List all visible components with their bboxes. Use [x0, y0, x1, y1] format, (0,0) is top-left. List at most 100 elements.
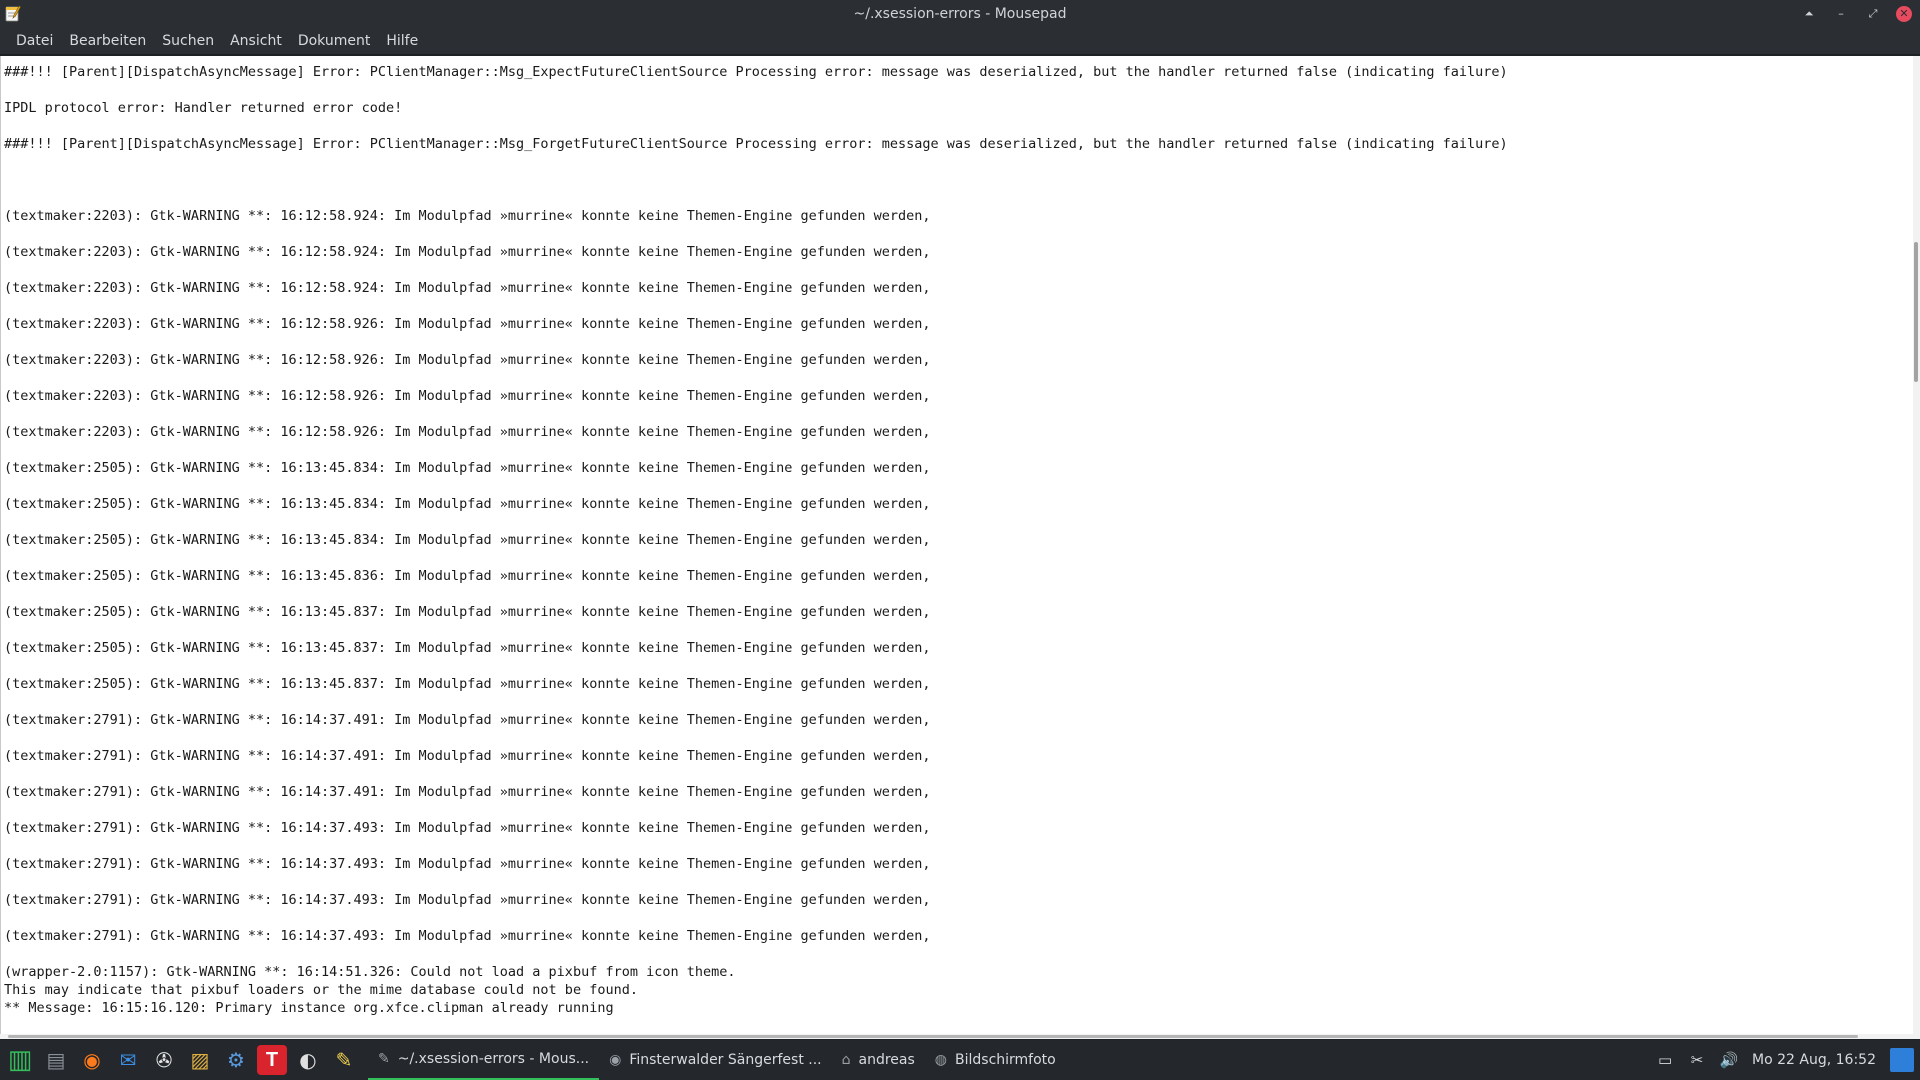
task-home-folder-icon: ⌂: [841, 1052, 851, 1068]
horizontal-scrollbar[interactable]: [0, 1034, 1920, 1039]
editor-content: ###!!! [Parent][DispatchAsyncMessage] Er…: [4, 63, 1900, 1038]
editor-line: ** Message: 16:15:16.120: Primary instan…: [4, 1000, 614, 1016]
clipboard-icon[interactable]: ✂: [1688, 1051, 1706, 1069]
window-controls: ⏶ – ⤢ ✕: [1800, 0, 1920, 27]
editor-line: (textmaker:2791): Gtk-WARNING **: 16:14:…: [4, 820, 931, 836]
editor-line: (textmaker:2791): Gtk-WARNING **: 16:14:…: [4, 748, 931, 764]
task-label: Finsterwalder Sängerfest ...: [629, 1052, 822, 1068]
editor-line: (textmaker:2791): Gtk-WARNING **: 16:14:…: [4, 892, 931, 908]
task-screenshot-icon: ◍: [934, 1052, 947, 1068]
editor-line: (textmaker:2203): Gtk-WARNING **: 16:12:…: [4, 352, 931, 368]
editor-line: (textmaker:2203): Gtk-WARNING **: 16:12:…: [4, 208, 931, 224]
editor-line: (textmaker:2505): Gtk-WARNING **: 16:13:…: [4, 604, 931, 620]
taskbar: ▥ ▤ ◉ ✉ ✇ ▨ ⚙ T ◐ ✎ ✎ ~/.xsession-errors - Mous...…: [0, 1040, 1920, 1080]
editor-line: (textmaker:2505): Gtk-WARNING **: 16:13:…: [4, 640, 931, 656]
editor-line: (textmaker:2791): Gtk-WARNING **: 16:14:…: [4, 928, 931, 944]
menu-dokument[interactable]: Dokument: [290, 27, 379, 55]
menu-ansicht[interactable]: Ansicht: [222, 27, 290, 55]
task-label: Bildschirmfoto: [955, 1052, 1056, 1068]
editor-line: (textmaker:2203): Gtk-WARNING **: 16:12:…: [4, 316, 931, 332]
editor-line: (textmaker:2203): Gtk-WARNING **: 16:12:…: [4, 424, 931, 440]
vertical-scrollbar[interactable]: [1913, 56, 1920, 1038]
manjaro-menu-icon[interactable]: ▥: [5, 1045, 35, 1075]
settings-icon[interactable]: ⚙: [221, 1045, 251, 1075]
task-firefox[interactable]: ◉ Finsterwalder Sängerfest ...: [599, 1040, 832, 1080]
editor-line: ###!!! [Parent][DispatchAsyncMessage] Er…: [4, 64, 1508, 80]
menu-datei[interactable]: Datei: [8, 27, 61, 55]
editor-line: (textmaker:2791): Gtk-WARNING **: 16:14:…: [4, 784, 931, 800]
textmaker-icon[interactable]: T: [257, 1045, 287, 1075]
editor-line: (textmaker:2505): Gtk-WARNING **: 16:13:…: [4, 676, 931, 692]
editor-line: (textmaker:2791): Gtk-WARNING **: 16:14:…: [4, 712, 931, 728]
menu-suchen[interactable]: Suchen: [154, 27, 222, 55]
film-reel-icon[interactable]: ✇: [149, 1045, 179, 1075]
task-mousepad-icon: ✎: [378, 1051, 390, 1067]
maximize-window-icon[interactable]: ⤢: [1864, 5, 1882, 23]
menu-bearbeiten[interactable]: Bearbeiten: [61, 27, 154, 55]
window-title: ~/.xsession-errors - Mousepad: [853, 5, 1067, 22]
title-bar: ~/.xsession-errors - Mousepad ⏶ – ⤢ ✕: [0, 0, 1920, 27]
editor-line: (textmaker:2203): Gtk-WARNING **: 16:12:…: [4, 244, 931, 260]
volume-icon[interactable]: 🔊: [1720, 1051, 1739, 1069]
editor-line: This may indicate that pixbuf loaders or…: [4, 982, 638, 998]
vertical-scrollbar-thumb[interactable]: [1914, 242, 1918, 382]
show-desktop-button[interactable]: [1890, 1048, 1914, 1072]
editor-line: (textmaker:2505): Gtk-WARNING **: 16:13:…: [4, 568, 931, 584]
editor-line: (textmaker:2505): Gtk-WARNING **: 16:13:…: [4, 532, 931, 548]
text-editor-icon[interactable]: ✎: [329, 1045, 359, 1075]
launcher-group: ▥ ▤ ◉ ✉ ✇ ▨ ⚙ T ◐ ✎: [0, 1045, 362, 1075]
editor-line: (textmaker:2203): Gtk-WARNING **: 16:12:…: [4, 388, 931, 404]
notification-icon[interactable]: ▭: [1656, 1051, 1674, 1069]
task-mousepad[interactable]: ✎ ~/.xsession-errors - Mous...: [368, 1040, 600, 1080]
task-screenshot[interactable]: ◍ Bildschirmfoto: [925, 1040, 1066, 1080]
task-home-folder[interactable]: ⌂ andreas: [832, 1040, 925, 1080]
system-tray: ▭ ✂ 🔊 Mo 22 Aug, 16:52: [1656, 1040, 1920, 1080]
editor-line: (textmaker:2505): Gtk-WARNING **: 16:13:…: [4, 496, 931, 512]
editor-line: (textmaker:2791): Gtk-WARNING **: 16:14:…: [4, 856, 931, 872]
firefox-icon[interactable]: ◉: [77, 1045, 107, 1075]
editor-line: (textmaker:2203): Gtk-WARNING **: 16:12:…: [4, 280, 931, 296]
shade-window-icon[interactable]: ⏶: [1800, 5, 1818, 23]
task-list: ✎ ~/.xsession-errors - Mous... ◉ Finsterwal…: [368, 1040, 1066, 1080]
editor-line: ###!!! [Parent][DispatchAsyncMessage] Er…: [4, 136, 1508, 152]
clock[interactable]: Mo 22 Aug, 16:52: [1752, 1052, 1876, 1068]
task-firefox-icon: ◉: [609, 1052, 622, 1068]
menu-hilfe[interactable]: Hilfe: [378, 27, 426, 55]
close-window-icon[interactable]: ✕: [1896, 5, 1912, 22]
horizontal-scrollbar-thumb[interactable]: [8, 1035, 1858, 1038]
task-label: ~/.xsession-errors - Mous...: [397, 1051, 590, 1067]
text-editor-area[interactable]: ###!!! [Parent][DispatchAsyncMessage] Er…: [0, 56, 1920, 1038]
minimize-window-icon[interactable]: –: [1832, 5, 1850, 23]
editor-line: (textmaker:2505): Gtk-WARNING **: 16:13:…: [4, 460, 931, 476]
file-manager-icon[interactable]: ▤: [41, 1045, 71, 1075]
task-label: andreas: [858, 1052, 915, 1068]
media-player-icon[interactable]: ◐: [293, 1045, 323, 1075]
menu-bar: Datei Bearbeiten Suchen Ansicht Dokument…: [0, 27, 1920, 55]
image-viewer-icon[interactable]: ▨: [185, 1045, 215, 1075]
thunderbird-icon[interactable]: ✉: [113, 1045, 143, 1075]
